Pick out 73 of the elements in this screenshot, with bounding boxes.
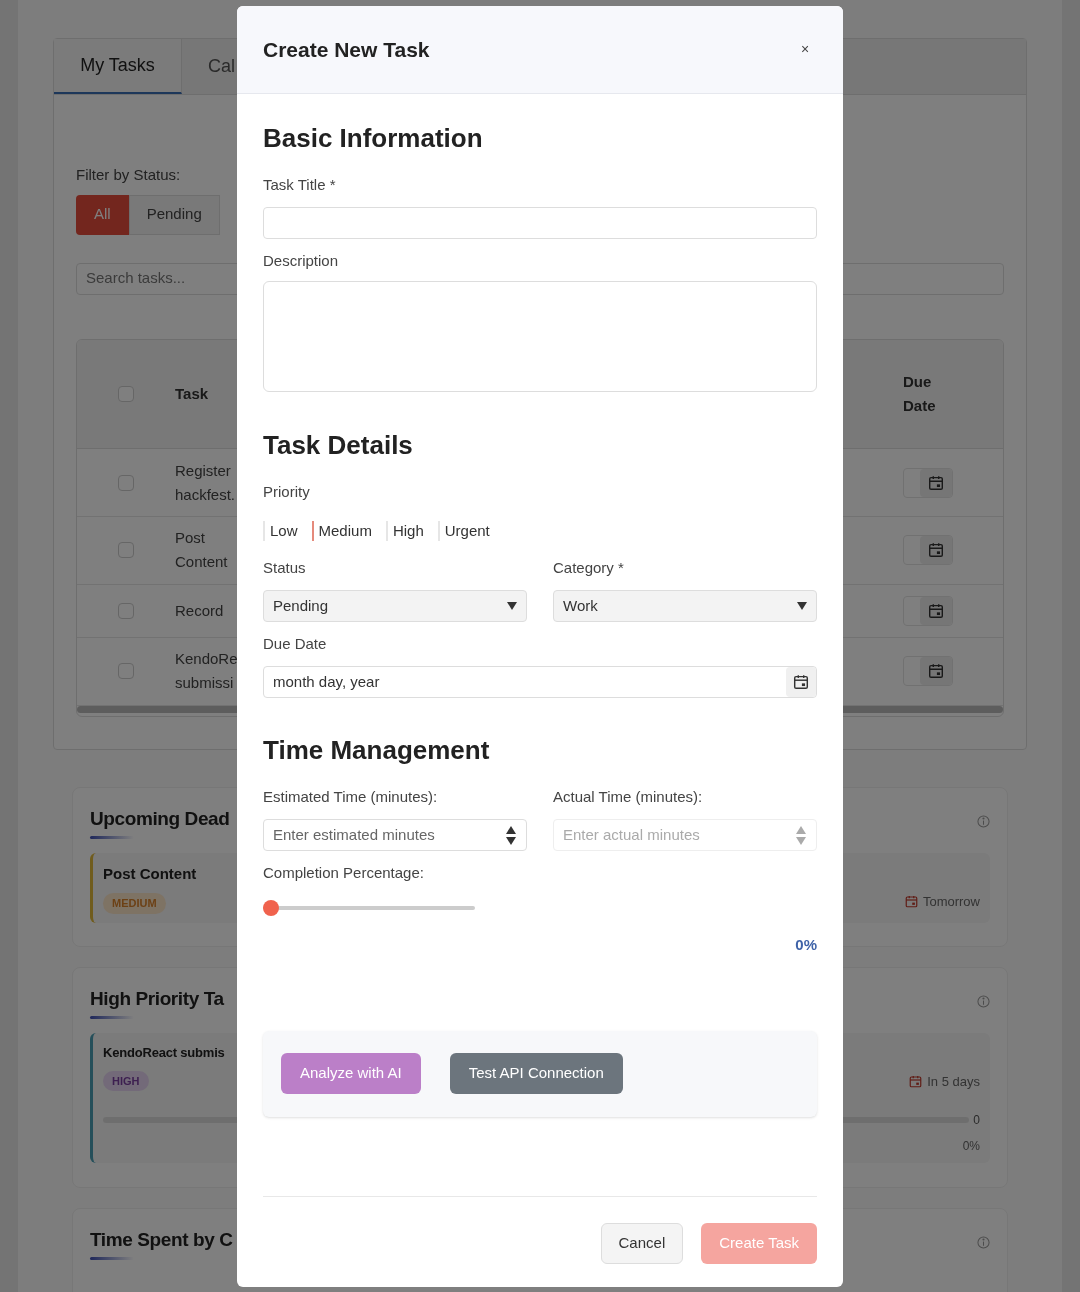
table-cell-text: Register hackfest. <box>175 460 237 505</box>
spin-down-icon[interactable] <box>506 836 516 845</box>
table-cell-text: Record <box>175 600 225 621</box>
column-header: Due Date <box>903 371 937 416</box>
due-text: Tomorrow <box>922 892 980 911</box>
caret-down-icon[interactable] <box>507 602 517 610</box>
calendar-icon <box>903 893 919 909</box>
field-label: Due Date <box>263 635 328 653</box>
calendar-icon <box>927 541 945 560</box>
completion-reading: 0% <box>795 935 817 955</box>
spin-up-icon[interactable] <box>506 825 516 834</box>
info-icon[interactable] <box>977 995 990 1008</box>
task-title: KendoReact submis <box>103 1044 225 1062</box>
field-label: Estimated Time (minutes): <box>263 788 439 806</box>
checkbox[interactable] <box>118 663 134 680</box>
date-picker-button[interactable] <box>903 535 953 566</box>
field-label: Actual Time (minutes): <box>553 788 704 806</box>
date-picker-button[interactable] <box>903 595 953 626</box>
filter-button[interactable]: Pending <box>128 194 220 235</box>
title-field[interactable] <box>263 207 817 239</box>
checkbox[interactable] <box>118 385 134 402</box>
calendar-icon <box>927 662 945 681</box>
section-heading: Basic Information <box>263 122 484 154</box>
calendar-icon <box>792 673 810 691</box>
priority-tag: HIGH <box>103 1070 149 1091</box>
dropdown[interactable]: Work <box>553 590 817 622</box>
calendar-icon <box>908 1073 924 1089</box>
section-heading: Task Details <box>263 429 414 461</box>
dropdown[interactable]: Pending <box>263 590 527 622</box>
card-title: Upcoming Dead <box>90 807 230 831</box>
dialog-title: Create New Task <box>263 36 430 63</box>
priority-option[interactable]: Urgent <box>437 521 490 541</box>
date-picker-button[interactable] <box>786 667 816 697</box>
info-icon[interactable] <box>977 1236 990 1249</box>
close-button[interactable]: × <box>793 37 817 62</box>
info-icon[interactable] <box>977 815 990 828</box>
date-picker-button[interactable] <box>903 656 953 687</box>
card-title: Time Spent by C <box>90 1228 233 1252</box>
slider[interactable] <box>263 900 475 916</box>
field-label: Description <box>263 252 340 270</box>
checkbox[interactable] <box>118 474 134 491</box>
table-cell-text: Post Content <box>175 528 229 573</box>
tab[interactable]: My Tasks <box>54 39 182 94</box>
due-text: In 5 days <box>927 1072 980 1091</box>
field-label: Task Title * <box>263 176 337 194</box>
table-cell-text: KendoRe submissi <box>175 649 239 694</box>
checkbox[interactable] <box>118 602 134 619</box>
card-title: High Priority Ta <box>90 987 224 1011</box>
calendar-icon <box>927 601 945 620</box>
caret-down-icon[interactable] <box>797 602 807 610</box>
cancel-button[interactable]: Cancel <box>600 1222 684 1264</box>
section-heading: Time Management <box>263 734 491 766</box>
slider-thumb[interactable] <box>263 900 279 916</box>
filter-label: Filter by Status: <box>76 165 181 185</box>
priority-option[interactable]: High <box>385 521 424 541</box>
priority-option[interactable]: Medium <box>311 521 372 541</box>
test-connection-button[interactable]: Test API Connection <box>449 1053 623 1094</box>
field-label: Completion Percentage: <box>263 864 425 882</box>
field-label: Priority <box>263 483 311 501</box>
progress-count: 0 <box>973 1112 980 1129</box>
calendar-icon <box>927 473 945 492</box>
progress-percent: 0% <box>962 1138 980 1155</box>
description-field[interactable] <box>263 281 817 392</box>
column-header: Task <box>175 383 209 404</box>
field-label: Status <box>263 559 307 577</box>
number-field[interactable]: Enter estimated minutes <box>263 819 527 851</box>
checkbox[interactable] <box>118 542 134 559</box>
date-field[interactable]: month day, year <box>263 666 817 698</box>
priority-option[interactable]: Low <box>263 521 298 541</box>
priority-tag: MEDIUM <box>103 893 166 914</box>
field-label: Category * <box>553 559 625 577</box>
date-picker-button[interactable] <box>903 467 953 498</box>
task-title: Post Content <box>103 863 197 884</box>
